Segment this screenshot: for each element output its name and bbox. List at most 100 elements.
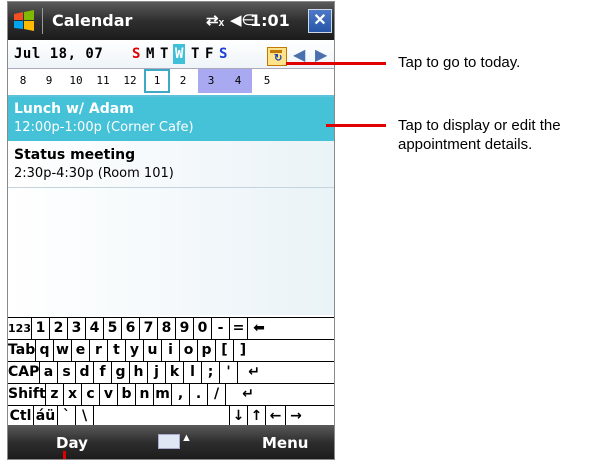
weekday-monday[interactable]: M [146,46,154,62]
key[interactable]: 1 [32,318,50,339]
close-button[interactable]: ✕ [308,9,332,33]
weekday-tuesday[interactable]: T [160,46,168,62]
key[interactable]: 9 [176,318,194,339]
day-cell[interactable]: 10 [63,69,89,93]
key[interactable]: ' [220,362,238,383]
key[interactable]: [ [216,340,234,361]
day-cell[interactable]: 5 [254,69,280,93]
key[interactable]: 5 [104,318,122,339]
key[interactable]: m [154,384,172,405]
day-cell[interactable]: 8 [10,69,36,93]
key[interactable]: f [94,362,112,383]
title-separator [42,8,43,34]
key[interactable]: o [180,340,198,361]
day-cell[interactable]: 9 [36,69,62,93]
ctrl-key[interactable]: Ctl [8,406,34,427]
key[interactable]: . [190,384,208,405]
key[interactable]: 6 [122,318,140,339]
key[interactable]: ` [58,406,76,427]
key[interactable]: j [148,362,166,383]
accent-key[interactable]: áü [34,406,58,427]
shift-key[interactable]: Shift [8,384,46,405]
left-arrow-key[interactable]: ← [266,406,286,427]
key[interactable]: n [136,384,154,405]
appointment-divider [8,187,334,188]
space-key[interactable] [94,406,230,427]
key[interactable]: p [198,340,216,361]
windows-start-icon[interactable] [12,9,36,33]
key[interactable]: r [90,340,108,361]
appointment-item[interactable]: Status meeting 2:30p-4:30p (Room 101) [8,143,334,187]
key[interactable]: e [72,340,90,361]
day-cell-highlighted[interactable]: 3 [198,69,224,93]
day-cell-highlighted[interactable]: 4 [224,69,252,93]
connectivity-icon[interactable]: ⇄ₓ [206,11,224,29]
day-strip: 8 9 10 11 12 1 2 3 4 5 [8,69,334,95]
weekday-wednesday-selected[interactable]: W [173,44,186,64]
title-bar: Calendar ⇄ₓ ◀∈ 1:01 ✕ [8,2,334,40]
clock[interactable]: 1:01 [250,11,290,30]
weekday-saturday[interactable]: S [219,46,227,62]
key[interactable]: i [162,340,180,361]
caps-lock-key[interactable]: CAP [8,362,40,383]
tab-key[interactable]: Tab [8,340,36,361]
weekday-thursday[interactable]: T [191,46,199,62]
keyboard-row-function: Ctl áü ` \ ↓ ↑ ← → [8,406,334,427]
key[interactable]: a [40,362,58,383]
key[interactable]: k [166,362,184,383]
menu-softkey[interactable]: Menu [262,434,308,452]
key[interactable]: \ [76,406,94,427]
weekday-sunday[interactable]: S [132,46,140,62]
key[interactable]: 2 [50,318,68,339]
day-cell-selected[interactable]: 1 [144,69,170,93]
key[interactable]: l [184,362,202,383]
up-arrow-key[interactable]: ↑ [248,406,266,427]
key[interactable]: z [46,384,64,405]
day-softkey-marker [63,451,66,459]
key[interactable]: x [64,384,82,405]
key[interactable]: u [144,340,162,361]
key[interactable]: , [172,384,190,405]
keyboard-row-numbers: 123 1 2 3 4 5 6 7 8 9 0 - = ⬅ [8,318,334,340]
key[interactable]: t [108,340,126,361]
key[interactable]: y [126,340,144,361]
enter-key[interactable]: ↵ [226,384,270,405]
key[interactable]: w [54,340,72,361]
key[interactable]: g [112,362,130,383]
appointment-item-selected[interactable]: Lunch w/ Adam 12:00p-1:00p (Corner Cafe) [8,97,334,141]
backspace-key[interactable]: ⬅ [248,318,270,339]
soft-keyboard: 123 1 2 3 4 5 6 7 8 9 0 - = ⬅ Tab q w e … [8,317,334,427]
day-cell[interactable]: 2 [170,69,196,93]
day-cell[interactable]: 12 [117,69,143,93]
today-arrow-icon: ↻ [274,53,283,64]
day-softkey[interactable]: Day [56,434,88,452]
key[interactable]: = [230,318,248,339]
app-title: Calendar [52,11,133,30]
key[interactable]: ; [202,362,220,383]
key[interactable]: s [58,362,76,383]
key[interactable]: / [208,384,226,405]
keyboard-icon [158,434,180,449]
right-arrow-key[interactable]: → [286,406,306,427]
key[interactable]: 0 [194,318,212,339]
key[interactable]: v [100,384,118,405]
enter-key[interactable]: ↵ [238,362,270,383]
key[interactable]: 4 [86,318,104,339]
day-cell[interactable]: 11 [90,69,116,93]
chevron-up-icon: ▲ [181,432,192,444]
key[interactable]: b [118,384,136,405]
key[interactable]: 7 [140,318,158,339]
key[interactable]: h [130,362,148,383]
key-123[interactable]: 123 [8,318,32,339]
key[interactable]: 3 [68,318,86,339]
weekday-friday[interactable]: F [205,46,213,62]
key[interactable]: 8 [158,318,176,339]
key[interactable]: d [76,362,94,383]
key[interactable]: c [82,384,100,405]
key[interactable]: ] [234,340,252,361]
key[interactable]: q [36,340,54,361]
key[interactable]: - [212,318,230,339]
down-arrow-key[interactable]: ↓ [230,406,248,427]
input-panel-button[interactable]: ▲ [158,432,192,450]
go-to-today-button[interactable]: ↻ [267,47,287,66]
